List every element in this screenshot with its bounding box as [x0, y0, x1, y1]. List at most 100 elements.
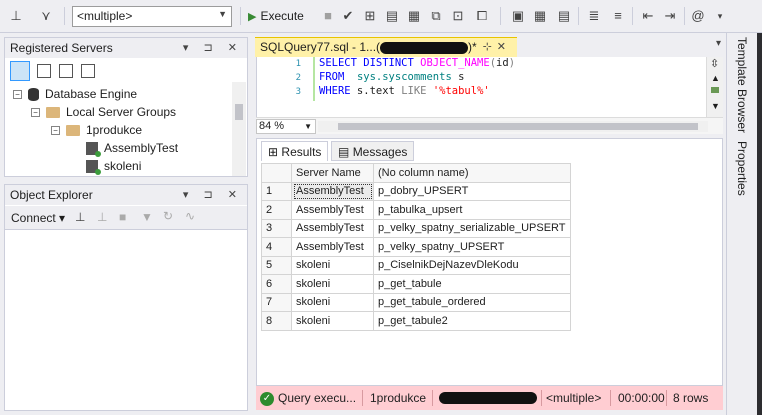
scroll-down-icon[interactable]: ▼ [711, 101, 720, 111]
chevron-down-icon[interactable]: ▾ [712, 8, 728, 24]
uncomment-icon[interactable]: ≡ [610, 8, 626, 24]
row-header-corner[interactable] [261, 163, 292, 183]
row-number[interactable]: 2 [261, 200, 292, 220]
row-number[interactable]: 6 [261, 274, 292, 294]
table-cell[interactable]: AssemblyTest [291, 181, 374, 201]
outdent-icon[interactable]: ⇤ [640, 8, 656, 24]
stop-icon[interactable]: ■ [119, 210, 126, 224]
table-cell[interactable]: skoleni [291, 292, 374, 312]
table-cell[interactable]: skoleni [291, 311, 374, 331]
collapse-icon[interactable]: − [31, 108, 40, 118]
zoom-select[interactable]: 84 % ▼ [256, 119, 316, 134]
connect-icon[interactable]: ⊥ [75, 210, 85, 224]
collapse-icon[interactable]: − [51, 126, 60, 136]
tree-item-skoleni[interactable]: skoleni [86, 157, 141, 176]
tab-controls[interactable]: ⊹✕ [483, 38, 511, 57]
display-plan-icon[interactable]: ⧉ [428, 8, 444, 24]
editor-scrollbar[interactable]: ⇳ ▲ ▼ [706, 57, 723, 117]
activity-monitor-icon[interactable]: ∿ [185, 209, 195, 223]
tab-list-icon[interactable]: ▾ [716, 38, 721, 49]
table-cell[interactable]: p_CiselnikDejNazevDleKodu [373, 255, 571, 275]
filter-icon[interactable]: ▼ [141, 210, 153, 224]
status-separator [666, 390, 667, 406]
connect-button[interactable]: Connect ▾ [11, 211, 65, 225]
scrollbar-thumb[interactable] [235, 104, 243, 120]
row-number[interactable]: 1 [261, 181, 292, 201]
database-select[interactable]: <multiple> ▼ [72, 6, 232, 27]
query-options-icon[interactable]: ⊡ [450, 8, 466, 24]
table-row[interactable]: 1 AssemblyTest p_dobry_UPSERT [261, 181, 571, 201]
collapse-icon[interactable]: − [13, 90, 22, 100]
tab-sqlquery77[interactable]: SQLQuery77.sql - 1...()* ⊹✕ [255, 37, 517, 57]
parse-check-icon[interactable]: ✔ [340, 8, 356, 24]
table-cell[interactable]: AssemblyTest [291, 237, 374, 257]
tree-item-1produkce[interactable]: −1produkce [51, 121, 142, 139]
query-editor[interactable]: 1 2 3 SELECT DISTINCT OBJECT_NAME(id) FR… [256, 57, 706, 117]
include-plan-icon[interactable]: ⧠ [474, 8, 490, 24]
row-number[interactable]: 5 [261, 255, 292, 275]
table-row[interactable]: 2 AssemblyTest p_tabulka_upsert [261, 200, 571, 220]
table-cell[interactable]: p_velky_spatny_UPSERT [373, 237, 571, 257]
panel-controls[interactable]: ▾ ⊐ ✕ [183, 185, 243, 205]
results-to-grid-icon[interactable]: ⊞ [362, 8, 378, 24]
table-row[interactable]: 4 AssemblyTest p_velky_spatny_UPSERT [261, 237, 571, 257]
table-cell[interactable]: skoleni [291, 255, 374, 275]
refresh-icon[interactable]: ↻ [163, 209, 173, 223]
table-cell[interactable]: p_get_tabule [373, 274, 571, 294]
scrollbar-thumb[interactable] [338, 123, 698, 130]
scroll-up-icon[interactable]: ▲ [711, 73, 720, 83]
client-stats-icon[interactable]: ▣ [510, 8, 526, 24]
comment-icon[interactable]: ≣ [586, 8, 602, 24]
analysis-services-icon[interactable] [37, 64, 51, 78]
tree-item-database-engine[interactable]: − Database Engine [13, 85, 137, 103]
results-to-file-icon[interactable]: ▦ [406, 8, 422, 24]
horizontal-scrollbar[interactable] [318, 121, 708, 132]
column-header-server-name[interactable]: Server Name [291, 163, 374, 183]
row-number[interactable]: 8 [261, 311, 292, 331]
execute-button[interactable]: ▶ Execute [248, 8, 304, 24]
table-row[interactable]: 3 AssemblyTest p_velky_spatny_serializable… [261, 218, 571, 238]
table-cell[interactable]: p_dobry_UPSERT [373, 181, 571, 201]
table-row[interactable]: 7 skoleni p_get_tabule_ordered [261, 292, 571, 312]
row-number[interactable]: 3 [261, 218, 292, 238]
column-header-no-column-name[interactable]: (No column name) [373, 163, 571, 183]
grid-icon[interactable]: ▦ [532, 8, 548, 24]
status-database: <multiple> [546, 391, 602, 405]
split-icon[interactable]: ⇳ [710, 57, 719, 70]
row-number[interactable]: 7 [261, 292, 292, 312]
tab-template-browser[interactable]: Template Browser [735, 37, 749, 133]
indent-icon[interactable]: ⇥ [662, 8, 678, 24]
integration-services-icon[interactable] [81, 64, 95, 78]
database-engine-icon[interactable] [10, 61, 30, 81]
stop-icon[interactable]: ■ [320, 8, 336, 24]
scrollbar[interactable] [232, 82, 246, 176]
tab-messages[interactable]: ▤ Messages [331, 141, 415, 161]
table-row[interactable]: 5 skoleni p_CiselnikDejNazevDleKodu [261, 255, 571, 275]
database-icon [28, 88, 39, 102]
table-row[interactable]: 6 skoleni p_get_tabule [261, 274, 571, 294]
table-cell[interactable]: AssemblyTest [291, 200, 374, 220]
toolbar-separator [632, 7, 633, 25]
table-cell[interactable]: p_velky_spatny_serializable_UPSERT [373, 218, 571, 238]
tab-properties[interactable]: Properties [735, 141, 749, 196]
table-cell[interactable]: p_get_tabule2 [373, 311, 571, 331]
text-icon[interactable]: ▤ [556, 8, 572, 24]
table-row[interactable]: 8 skoleni p_get_tabule2 [261, 311, 571, 331]
table-cell[interactable]: p_get_tabule_ordered [373, 292, 571, 312]
table-cell[interactable]: skoleni [291, 274, 374, 294]
disconnect-icon[interactable]: ⊥ [97, 210, 107, 224]
results-to-text-icon[interactable]: ▤ [384, 8, 400, 24]
template-params-icon[interactable]: @ [690, 8, 706, 24]
code-line-2: FROM sys.syscomments s [319, 71, 465, 83]
table-cell[interactable]: p_tabulka_upsert [373, 200, 571, 220]
reporting-services-icon[interactable] [59, 64, 73, 78]
tab-results[interactable]: ⊞ Results [261, 141, 329, 161]
filter-icon[interactable]: ⋎ [38, 8, 54, 24]
table-cell[interactable]: AssemblyTest [291, 218, 374, 238]
tree-item-assemblytest[interactable]: AssemblyTest [86, 139, 178, 158]
tree-item-local-server-groups[interactable]: − Local Server Groups [31, 103, 176, 121]
results-grid[interactable]: Server Name (No column name) 1 AssemblyTe… [261, 163, 571, 331]
row-number[interactable]: 4 [261, 237, 292, 257]
plug-icon[interactable]: ⊥ [8, 8, 24, 24]
panel-controls[interactable]: ▾ ⊐ ✕ [183, 38, 243, 58]
